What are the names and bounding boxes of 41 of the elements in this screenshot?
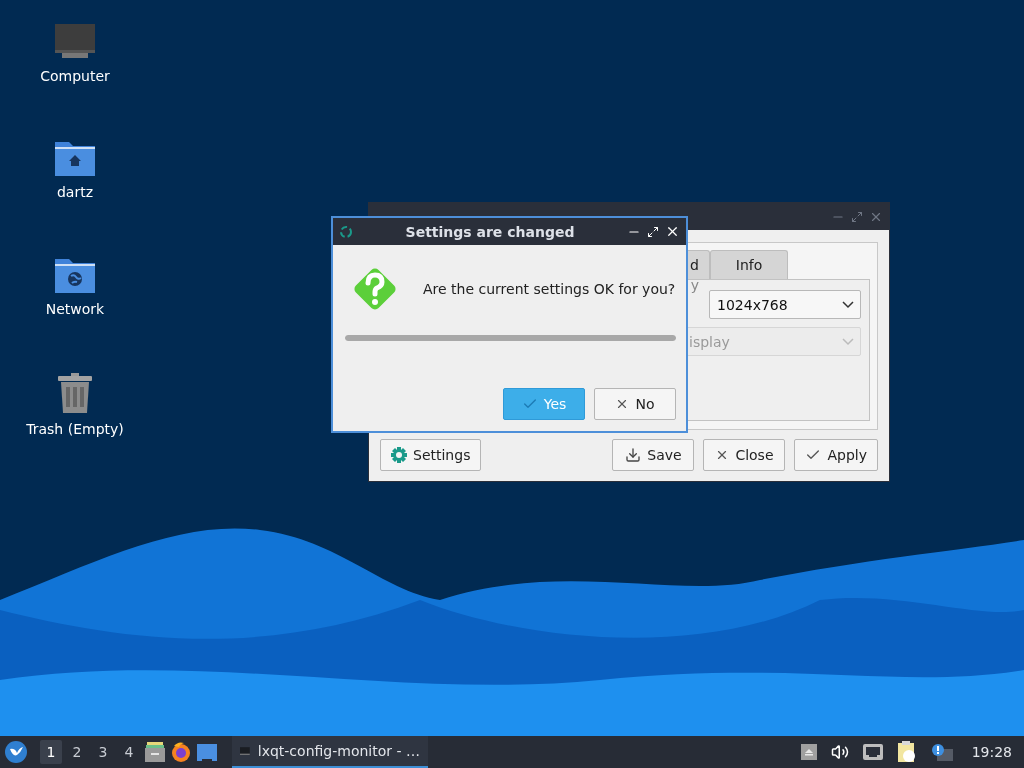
dialog-button[interactable]: No	[594, 388, 676, 420]
monitor-icon	[54, 24, 96, 60]
tab[interactable]: Info	[710, 250, 788, 279]
workspace-button[interactable]: 1	[40, 740, 62, 764]
desktop-icon-label[interactable]: Computer	[40, 68, 110, 84]
field-label: y	[690, 276, 699, 293]
window-title: Settings are changed	[404, 223, 576, 240]
dialog-button[interactable]: Close	[703, 439, 786, 471]
notification-icon[interactable]	[930, 743, 953, 761]
settings-button[interactable]: Settings	[380, 439, 482, 471]
message-text: Are the current settings OK for you?	[423, 281, 676, 297]
app-icon	[339, 224, 353, 239]
desktop-icon-label[interactable]: dartz	[56, 184, 94, 200]
chevron-icon	[842, 300, 854, 309]
home-folder-icon	[54, 140, 96, 176]
terminal-icon	[240, 744, 250, 758]
show-desktop-icon[interactable]	[196, 741, 218, 763]
browser-icon[interactable]	[170, 741, 192, 763]
volume-icon[interactable]	[830, 743, 849, 761]
desktop-icon-label[interactable]: Trash (Empty)	[26, 421, 124, 437]
close-icon[interactable]	[665, 224, 680, 239]
download-icon	[625, 447, 642, 463]
task-button[interactable]: lxqt-config-monitor - …	[232, 736, 428, 768]
dialog-button[interactable]: Save	[612, 439, 695, 471]
workspace-button[interactable]: 4	[118, 740, 140, 764]
file-cabinet-icon[interactable]	[144, 741, 166, 763]
chevron-icon	[842, 337, 854, 346]
clipboard-icon[interactable]	[896, 741, 917, 763]
network-folder-icon	[54, 257, 96, 293]
trash-icon	[57, 373, 93, 413]
start-menu-icon[interactable]	[4, 740, 28, 764]
eject-icon[interactable]	[800, 744, 817, 760]
dialog-button[interactable]: Apply	[794, 439, 878, 471]
network-port-icon[interactable]	[862, 744, 883, 760]
combo-box[interactable]: 1024x768	[709, 290, 861, 319]
maximize-icon[interactable]	[647, 225, 659, 238]
desktop-icon-label[interactable]: Network	[45, 301, 105, 317]
workspace-button[interactable]: 2	[66, 740, 88, 764]
clock[interactable]: 19:28	[971, 744, 1012, 760]
workspace-button[interactable]: 3	[92, 740, 114, 764]
gear-icon	[391, 447, 407, 463]
